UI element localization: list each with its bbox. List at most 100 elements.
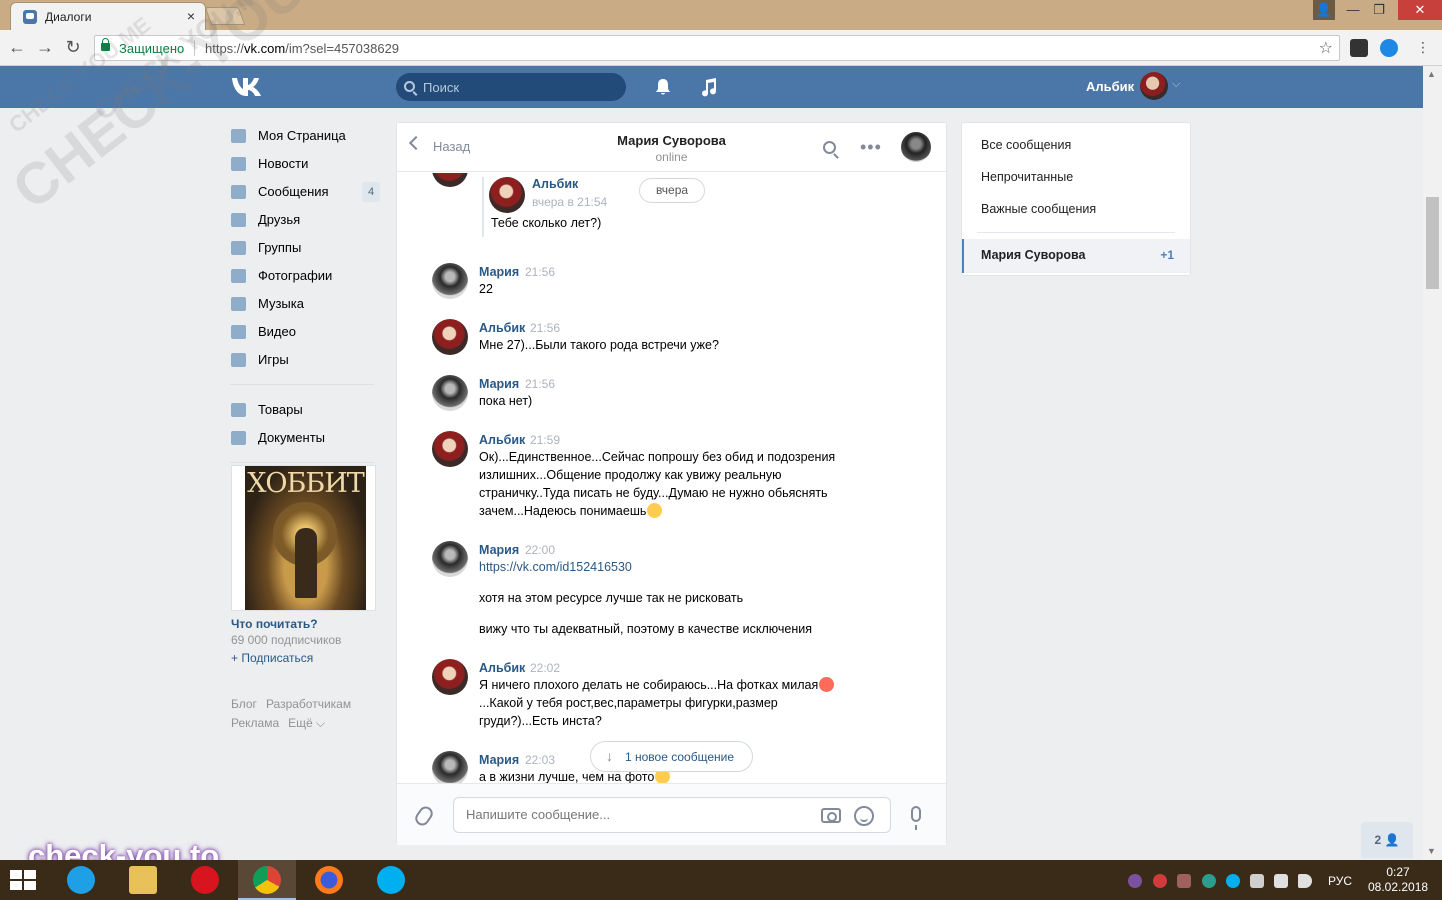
sidebar-item[interactable]: Фотографии [230, 262, 376, 290]
reload-button[interactable]: ↻ [62, 36, 84, 58]
attach-icon[interactable] [412, 803, 436, 829]
message-history[interactable]: Альбик вчера в 21:54 Тебе сколько лет?) … [397, 173, 946, 783]
message-input[interactable] [466, 807, 806, 822]
peer-avatar[interactable] [901, 132, 931, 162]
footer-link-blog[interactable]: Блог [231, 697, 257, 711]
minimize-button[interactable]: — [1340, 0, 1366, 20]
chat-search-icon[interactable] [823, 141, 836, 154]
message-author[interactable]: Альбик [479, 661, 525, 675]
volume-icon[interactable] [1298, 874, 1312, 888]
filter-all-messages[interactable]: Все сообщения [981, 138, 1071, 152]
shield-extension-icon[interactable] [1380, 39, 1398, 57]
sidebar-item[interactable]: Игры [230, 346, 376, 374]
windows-start-icon[interactable] [10, 870, 36, 891]
sidebar-item[interactable]: Видео [230, 318, 376, 346]
viber-tray-icon[interactable] [1128, 874, 1142, 888]
selected-dialog[interactable]: Мария Суворова +1 [962, 239, 1190, 273]
sidebar-item[interactable]: Группы [230, 234, 376, 262]
taskbar-firefox[interactable] [300, 860, 358, 900]
message-author[interactable]: Альбик [479, 433, 525, 447]
taskbar-opera[interactable] [176, 860, 234, 900]
forwarded-author[interactable]: Альбик [532, 177, 578, 191]
message-avatar[interactable] [432, 541, 468, 577]
close-window-button[interactable]: ✕ [1398, 0, 1442, 20]
profile-button[interactable]: 👤 [1313, 0, 1335, 20]
taskbar-chrome[interactable] [238, 860, 296, 900]
message-author[interactable]: Мария [479, 265, 519, 279]
footer-link-dev[interactable]: Разработчикам [266, 697, 351, 711]
message-author[interactable]: Мария [479, 753, 519, 767]
message-avatar[interactable] [432, 173, 468, 187]
menu-dots-icon[interactable]: ⋮ [1412, 36, 1434, 58]
browser-tab[interactable]: Диалоги × [10, 2, 206, 30]
forward-button[interactable]: → [34, 36, 56, 58]
sidebar-item[interactable]: Новости [230, 150, 376, 178]
vk-logo-icon[interactable] [230, 75, 264, 97]
emoji-icon[interactable] [854, 806, 874, 826]
message-author[interactable]: Альбик [479, 321, 525, 335]
new-tab-button[interactable] [204, 7, 246, 25]
message-avatar[interactable] [432, 751, 468, 783]
page-scrollbar[interactable] [1423, 66, 1442, 860]
sidebar-item-label: Товары [258, 402, 303, 417]
page-scrollbar-thumb[interactable] [1426, 197, 1439, 289]
ad-book-cover[interactable]: ХОББИТ [231, 465, 376, 611]
back-button[interactable]: ← [6, 36, 28, 58]
url-text[interactable]: https://vk.com/im?sel=457038629 [205, 41, 399, 56]
message-link[interactable]: https://vk.com/id152416530 [479, 560, 632, 574]
header-avatar[interactable] [1140, 72, 1168, 100]
chevron-down-icon[interactable]: ⌵ [1172, 78, 1180, 91]
more-actions-icon[interactable]: ••• [860, 137, 882, 158]
sidebar-item[interactable]: Товары [230, 396, 376, 424]
camera-icon[interactable] [821, 808, 841, 823]
tray-app-icon[interactable] [1153, 874, 1167, 888]
taskbar-ie[interactable] [52, 860, 110, 900]
message-avatar[interactable] [432, 431, 468, 467]
sidebar-item-label: Фотографии [258, 268, 333, 283]
chat-panel: Назад Мария Суворова online ••• Альбик в… [396, 122, 947, 845]
music-note-icon[interactable] [700, 77, 718, 97]
bookmark-star-icon[interactable]: ☆ [1319, 38, 1333, 58]
sidebar-item[interactable]: Музыка [230, 290, 376, 318]
message-avatar[interactable] [432, 375, 468, 411]
sidebar-item[interactable]: Документы [230, 424, 376, 452]
header-user-name[interactable]: Альбик [1086, 79, 1134, 94]
maximize-button[interactable]: ❐ [1366, 0, 1392, 20]
forwarded-avatar[interactable] [489, 177, 525, 213]
tab-close-button[interactable]: × [187, 8, 195, 24]
search-bar[interactable] [396, 73, 626, 101]
footer-link-ads[interactable]: Реклама [231, 716, 279, 730]
scroll-down-arrow-icon[interactable]: ▼ [1427, 846, 1436, 856]
ad-title-link[interactable]: Что почитать? [231, 617, 318, 631]
sidebar-item[interactable]: Сообщения 4 [230, 178, 380, 206]
new-message-button[interactable]: ↓ 1 новое сообщение [590, 741, 753, 772]
address-bar[interactable]: Защищено https://vk.com/im?sel=457038629… [94, 35, 1340, 61]
scroll-up-arrow-icon[interactable]: ▲ [1427, 69, 1436, 79]
message-avatar[interactable] [432, 319, 468, 355]
extension-icon[interactable] [1350, 39, 1368, 57]
footer-link-more[interactable]: Ещё ⌵ [288, 716, 325, 730]
tray-app-icon[interactable] [1250, 874, 1264, 888]
message-author[interactable]: Мария [479, 377, 519, 391]
taskbar-explorer[interactable] [114, 860, 172, 900]
message-avatar[interactable] [432, 659, 468, 695]
input-language[interactable]: РУС [1328, 874, 1352, 888]
message-avatar[interactable] [432, 263, 468, 299]
tray-app-icon[interactable] [1202, 874, 1216, 888]
sidebar-item[interactable]: Друзья [230, 206, 376, 234]
microphone-icon[interactable] [911, 806, 921, 830]
filter-important[interactable]: Важные сообщения [981, 202, 1096, 216]
tray-app-icon[interactable] [1177, 874, 1191, 888]
ad-subscribe-link[interactable]: + Подписаться [231, 651, 313, 665]
bell-icon[interactable] [654, 78, 672, 96]
network-icon[interactable] [1274, 874, 1288, 888]
message-author[interactable]: Мария [479, 543, 519, 557]
search-input[interactable] [423, 78, 613, 96]
taskbar-skype[interactable] [362, 860, 420, 900]
sidebar-item[interactable]: Моя Страница [230, 122, 376, 150]
filter-unread[interactable]: Непрочитанные [981, 170, 1073, 184]
skype-tray-icon[interactable] [1226, 874, 1240, 888]
clock[interactable]: 0:27 08.02.2018 [1368, 865, 1428, 895]
message-input-box[interactable] [453, 797, 891, 833]
online-friends-button[interactable]: 2 👤 [1361, 822, 1413, 858]
